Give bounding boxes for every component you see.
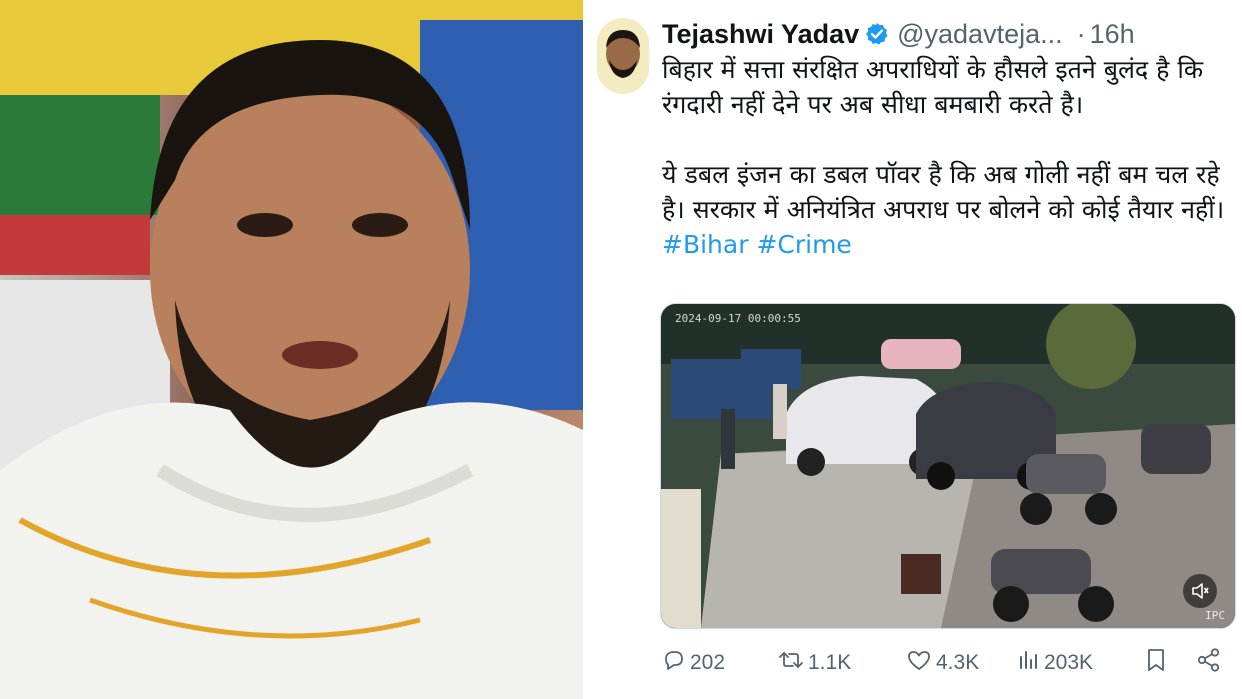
retweet-button[interactable]: 1.1K <box>778 643 851 683</box>
tweet-paragraph-1: बिहार में सत्ता संरक्षित अपराधियों के हौ… <box>662 55 1204 119</box>
tweet-actions: 202 1.1K 4.3K 203K <box>662 643 1227 683</box>
views-button[interactable]: 203K <box>1016 643 1093 683</box>
views-count: 203K <box>1044 651 1094 674</box>
verified-badge-icon <box>865 22 889 46</box>
tweet-paragraph-2-text: ये डबल इंजन का डबल पॉवर है कि अब गोली नह… <box>662 160 1225 224</box>
tweet-time[interactable]: 16h <box>1090 19 1135 50</box>
share-button[interactable] <box>1196 643 1226 683</box>
author-name[interactable]: Tejashwi Yadav <box>662 19 859 50</box>
retweet-icon <box>778 648 808 678</box>
tweet-header: Tejashwi Yadav @yadavteja... · 16h <box>662 14 1237 54</box>
hashtag-bihar[interactable]: #Bihar <box>662 230 749 259</box>
like-icon <box>906 648 936 678</box>
volume-icon <box>1190 581 1210 601</box>
tweet-paragraph-2: ये डबल इंजन का डबल पॉवर है कि अब गोली नह… <box>662 157 1237 262</box>
hashtag-crime[interactable]: #Crime <box>756 230 851 259</box>
views-icon <box>1016 648 1044 678</box>
like-count: 4.3K <box>936 651 980 674</box>
tweet-text: बिहार में सत्ता संरक्षित अपराधियों के हौ… <box>662 52 1237 262</box>
author-handle[interactable]: @yadavteja... <box>897 19 1063 50</box>
volume-button[interactable] <box>1183 574 1217 608</box>
cctv-corner-label: IPC <box>1205 609 1225 622</box>
like-button[interactable]: 4.3K <box>906 643 979 683</box>
tweet-card: Tejashwi Yadav @yadavteja... · 16h बिहार… <box>587 0 1242 699</box>
reply-count: 202 <box>690 651 726 674</box>
reply-button[interactable]: 202 <box>662 643 725 683</box>
bookmark-icon <box>1144 647 1172 679</box>
avatar[interactable] <box>597 18 649 94</box>
retweet-count: 1.1K <box>808 651 852 674</box>
tweet-video[interactable]: 2024-09-17 00:00:55 IPC <box>660 303 1236 629</box>
share-icon <box>1196 647 1226 679</box>
header-separator: · <box>1076 18 1086 49</box>
portrait-photo <box>0 0 583 699</box>
bookmark-button[interactable] <box>1144 643 1172 683</box>
reply-icon <box>662 648 690 678</box>
cctv-timestamp: 2024-09-17 00:00:55 <box>675 312 801 325</box>
